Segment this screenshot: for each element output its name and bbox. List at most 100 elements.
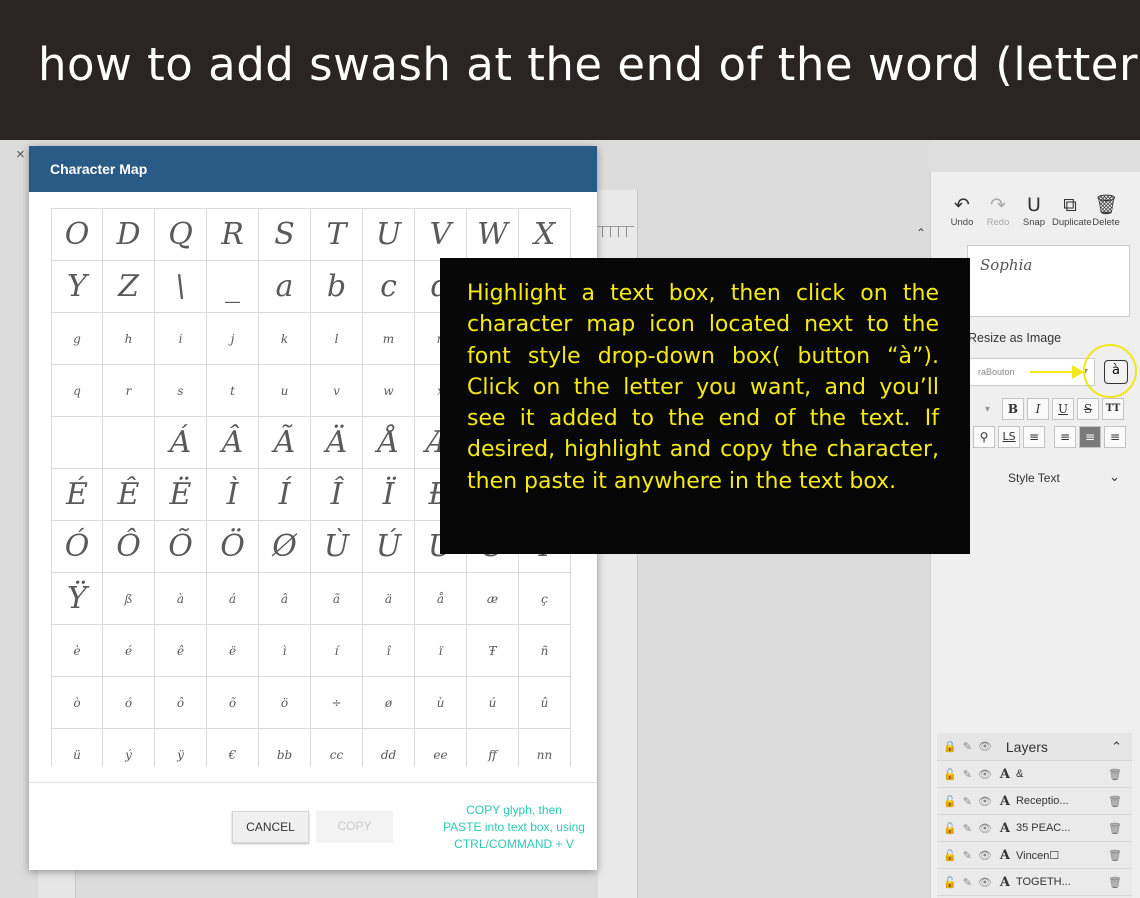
layer-row[interactable]: 🔓 ✎ 👁 A 35 PEAC... 🗑 [937,815,1132,842]
eye-icon[interactable]: 👁 [978,795,992,808]
glyph-cell[interactable]: é [103,625,155,677]
glyph-cell[interactable]: Ù [311,521,363,573]
glyph-cell[interactable]: Z [103,261,155,313]
all-caps-button[interactable]: TT [1102,398,1124,420]
glyph-cell[interactable]: ÷ [311,677,363,729]
align-left-button[interactable]: ≡ [1054,426,1076,448]
glyph-cell[interactable]: Â [207,417,259,469]
glyph-cell[interactable]: s [155,365,207,417]
glyph-cell[interactable]: i [155,313,207,365]
layer-row[interactable]: 🔓 ✎ 👁 A & 🗑 [937,761,1132,788]
close-icon[interactable]: × [16,146,25,163]
glyph-cell[interactable] [103,417,155,469]
align-right-button[interactable]: ≡ [1104,426,1126,448]
glyph-cell[interactable]: ù [415,677,467,729]
glyph-cell[interactable]: l [311,313,363,365]
resize-as-image-option[interactable]: Resize as Image [968,331,1061,345]
glyph-cell[interactable]: Ø [259,521,311,573]
lock-icon[interactable]: 🔓 [943,822,957,835]
glyph-cell[interactable]: á [207,573,259,625]
lock-icon[interactable]: 🔓 [943,876,957,889]
eye-icon[interactable]: 👁 [978,849,992,862]
glyph-cell[interactable]: Ô [103,521,155,573]
glyph-cell[interactable]: W [467,209,519,261]
toolbar-undo-button[interactable]: ↶ Undo [944,193,980,228]
pencil-icon[interactable]: ✎ [963,768,972,781]
glyph-cell[interactable]: ú [467,677,519,729]
glyph-cell[interactable]: g [51,313,103,365]
toolbar-duplicate-button[interactable]: ⧉ Duplicate [1052,193,1092,228]
glyph-cell[interactable]: ç [519,573,571,625]
glyph-cell[interactable]: Q [155,209,207,261]
glyph-cell[interactable]: å [415,573,467,625]
glyph-cell[interactable]: Ö [207,521,259,573]
glyph-cell[interactable]: q [51,365,103,417]
glyph-cell[interactable]: ff [467,729,519,766]
glyph-cell[interactable]: bb [259,729,311,766]
lock-icon[interactable]: 🔓 [943,795,957,808]
trash-icon[interactable]: 🗑 [1108,849,1122,862]
line-height-button[interactable]: ≡ [1023,426,1045,448]
glyph-cell[interactable]: ê [155,625,207,677]
pencil-icon[interactable]: ✎ [963,740,972,753]
pencil-icon[interactable]: ✎ [963,849,972,862]
glyph-cell[interactable]: Å [363,417,415,469]
layer-row[interactable]: 🔓 ✎ 👁 A Vincen☐ 🗑 [937,842,1132,869]
glyph-cell[interactable]: ÿ [155,729,207,766]
glyph-cell[interactable]: ß [103,573,155,625]
glyph-cell[interactable]: Ä [311,417,363,469]
glyph-cell[interactable]: ñ [519,625,571,677]
glyph-cell[interactable]: Õ [155,521,207,573]
toolbar-redo-button[interactable]: ↷ Redo [980,193,1016,228]
glyph-cell[interactable]: è [51,625,103,677]
glyph-cell[interactable]: õ [207,677,259,729]
italic-button[interactable]: I [1027,398,1049,420]
eye-icon[interactable]: 👁 [978,822,992,835]
glyph-cell[interactable]: \ [155,261,207,313]
glyph-cell[interactable]: Î [311,469,363,521]
glyph-cell[interactable]: ô [155,677,207,729]
glyph-cell[interactable]: j [207,313,259,365]
glyph-cell[interactable]: Ì [207,469,259,521]
lock-icon[interactable]: 🔓 [943,768,957,781]
underline-button[interactable]: U [1052,398,1074,420]
glyph-cell[interactable]: _ [207,261,259,313]
chevron-up-icon[interactable]: ⌃ [1111,739,1122,755]
glyph-cell[interactable]: cc [311,729,363,766]
trash-icon[interactable]: 🗑 [1108,795,1122,808]
glyph-cell[interactable]: â [259,573,311,625]
glyph-cell[interactable]: € [207,729,259,766]
toolbar-delete-button[interactable]: 🗑 Delete [1088,193,1124,228]
glyph-cell[interactable]: m [363,313,415,365]
cancel-button[interactable]: CANCEL [232,811,309,843]
trash-icon[interactable]: 🗑 [1108,822,1122,835]
trash-icon[interactable]: 🗑 [1108,876,1122,889]
strikethrough-button[interactable]: S [1077,398,1099,420]
glyph-cell[interactable]: V [415,209,467,261]
glyph-cell[interactable]: ï [415,625,467,677]
glyph-cell[interactable]: r [103,365,155,417]
glyph-cell[interactable]: à [155,573,207,625]
glyph-cell[interactable]: k [259,313,311,365]
glyph-cell[interactable]: Ã [259,417,311,469]
eyedropper-icon[interactable]: ⚲ [973,426,995,448]
glyph-cell[interactable] [51,417,103,469]
glyph-cell[interactable]: ó [103,677,155,729]
glyph-cell[interactable]: ä [363,573,415,625]
toolbar-snap-button[interactable]: U Snap [1016,193,1052,228]
glyph-cell[interactable]: X [519,209,571,261]
glyph-cell[interactable]: Ó [51,521,103,573]
glyph-cell[interactable]: D [103,209,155,261]
glyph-cell[interactable]: ý [103,729,155,766]
glyph-cell[interactable]: a [259,261,311,313]
scroll-up-icon[interactable]: ⌃ [916,226,926,240]
glyph-cell[interactable]: b [311,261,363,313]
align-center-button[interactable]: ≡ [1079,426,1101,448]
lock-icon[interactable]: 🔒 [943,740,957,753]
pencil-icon[interactable]: ✎ [963,876,972,889]
glyph-cell[interactable]: U [363,209,415,261]
eye-icon[interactable]: 👁 [978,876,992,889]
glyph-cell[interactable]: û [519,677,571,729]
lock-icon[interactable]: 🔓 [943,849,957,862]
bold-button[interactable]: B [1002,398,1024,420]
